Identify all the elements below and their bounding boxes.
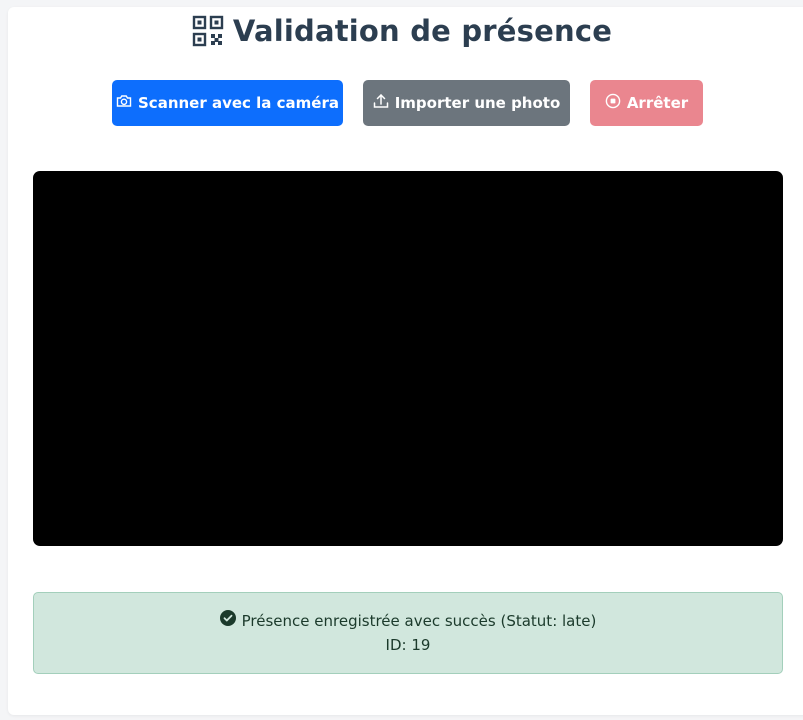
attendance-id: ID: 19 [385,636,431,654]
alert-message: Présence enregistrée avec succès (Statut… [241,612,597,630]
stop-circle-icon [605,93,621,113]
scan-camera-label: Scanner avec la caméra [138,94,339,112]
camera-icon [116,93,132,113]
upload-icon [373,93,389,113]
alert-message-line: Présence enregistrée avec succès (Statut… [219,609,597,633]
import-photo-button[interactable]: Importer une photo [363,80,570,126]
stop-label: Arrêter [626,94,689,112]
success-alert: Présence enregistrée avec succès (Statut… [33,592,783,674]
stop-button[interactable]: Arrêter [590,80,703,126]
scan-camera-button[interactable]: Scanner avec la caméra [112,80,343,126]
camera-preview [33,171,783,546]
page-title: Validation de présence [0,14,803,48]
page-title-text: Validation de présence [232,14,613,48]
check-circle-icon [219,609,236,633]
qr-code-icon [191,14,225,48]
action-toolbar: Scanner avec la caméra Importer une phot… [0,80,803,126]
import-photo-label: Importer une photo [394,94,561,112]
